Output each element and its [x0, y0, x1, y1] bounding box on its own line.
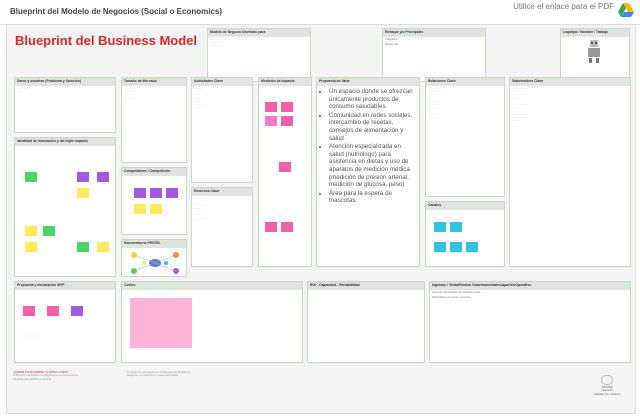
market-text: ··· ··· ··· ··· ··· ··· ··· ··· ··· ··· ···… — [124, 87, 137, 100]
sticky-note[interactable] — [77, 242, 89, 252]
sticky-note[interactable] — [450, 222, 462, 232]
sticky-note[interactable] — [166, 188, 178, 198]
footer-mid: Si usted necesita ayuda con el Blueprint… — [127, 371, 191, 378]
sticky-note[interactable] — [25, 172, 37, 182]
logo-card: Logotipo / Nombre / Trabajo — [560, 28, 630, 78]
identity-section: Identidad de innovación y del triple imp… — [14, 137, 116, 277]
value-item: Atención especializada en salud (nutriól… — [329, 143, 415, 189]
identity-header: Identidad de innovación y del triple imp… — [15, 138, 115, 146]
strategy-card: Enfoque y/o Principales Cumplidos... Ras… — [382, 28, 486, 82]
stakeholders-section: Stakeholders Clave ··· ··· ··· ··· ··· ··… — [509, 77, 631, 267]
mindmap-diagram — [131, 252, 179, 274]
channels-header: Canales — [426, 202, 504, 210]
sticky-note[interactable] — [466, 242, 478, 252]
users-header: Datos y usuarios (Problema y Solución) — [15, 78, 115, 86]
value-header: Propuesta de Valor — [317, 78, 419, 86]
value-proposition-list: Un espacio donde se ofrezcan únicamente … — [317, 86, 419, 205]
model-card: Modelo de Negocio Diseñado para ··· ··· … — [207, 28, 311, 82]
channels-section: Canales — [425, 201, 505, 267]
activities-header: Actividades Clave — [192, 78, 252, 86]
users-section: Datos y usuarios (Problema y Solución) ·… — [14, 77, 116, 133]
strategy-field-2: Rasgos del... — [385, 43, 401, 47]
logo-card-header: Logotipo / Nombre / Trabajo — [561, 29, 629, 37]
sticky-note[interactable] — [265, 102, 277, 112]
sticky-note[interactable] — [43, 226, 55, 236]
sticky-note[interactable] — [265, 116, 277, 126]
sticky-note[interactable] — [23, 306, 35, 316]
revenue-section: ROI - Capacidad - Rentabilidad — [307, 281, 425, 363]
revenue-header: ROI - Capacidad - Rentabilidad — [308, 282, 424, 290]
strategy-card-header: Enfoque y/o Principales — [383, 29, 485, 37]
income-item: Publicidad en la versión premium — [432, 296, 471, 300]
blueprint-board: Blueprint del Business Model Modelo de N… — [6, 24, 636, 414]
footer-adapted: Adaptado por el Equipo — [593, 392, 621, 396]
competition-section: Competidores / Competición — [121, 167, 187, 235]
sticky-note[interactable] — [281, 116, 293, 126]
users-text: ··· ··· ··· ··· ··· ··· ··· — [17, 87, 30, 94]
model-card-text: ··· ··· ··· ··· ··· ··· ··· ··· ··· ··· ·… — [210, 38, 230, 48]
costs-header: Costos — [122, 282, 302, 290]
sticky-note[interactable] — [25, 242, 37, 252]
robot-logo-icon — [588, 40, 600, 63]
sticky-note[interactable] — [450, 242, 462, 252]
sticky-note[interactable] — [434, 242, 446, 252]
model-card-header: Modelo de Negocio Diseñado para — [208, 29, 310, 37]
resources-header: Recursos Clave — [192, 188, 252, 196]
resources-section: Recursos Clave ··· ··· ··· ··· ··· ··· ··… — [191, 187, 253, 267]
value-proposition-section: Propuesta de Valor Un espacio donde se o… — [316, 77, 420, 267]
resources-text: ··· ··· ··· ··· ··· ··· ··· ··· ··· ··· ··… — [194, 197, 207, 223]
main-title: Blueprint del Business Model — [15, 33, 198, 48]
pdf-link[interactable]: Utilice el enlace para el PDF — [513, 2, 614, 11]
mvp-text: ··· ··· ··· ··· ··· ··· ··· ··· ··· ··· ·… — [17, 333, 43, 340]
macro-section: Macroentorno PESTEL — [121, 239, 187, 277]
costs-note[interactable] — [130, 298, 192, 348]
sticky-note[interactable] — [134, 204, 146, 214]
brand-logo-icon — [601, 375, 613, 385]
income-header: Ingresos / Venta/Fondos Gubernamentales/… — [430, 282, 630, 290]
sticky-note[interactable] — [281, 222, 293, 232]
sticky-note[interactable] — [279, 162, 291, 172]
impact-header: Medición de Impacto — [259, 78, 311, 86]
relations-section: Relaciones Clave ··· ··· ··· ··· ··· ··· … — [425, 77, 505, 197]
footer-left: ¿QUIERE UN BLUEPRINT PLANTILLA AQUÍ? El … — [13, 371, 85, 381]
sticky-note[interactable] — [71, 306, 83, 316]
value-item: Área para la espera de mascotas. — [329, 190, 415, 205]
sticky-note[interactable] — [77, 188, 89, 198]
sticky-note[interactable] — [150, 188, 162, 198]
activities-section: Actividades Clave ··· ··· ··· ··· ··· ···… — [191, 77, 253, 183]
market-section: Tamaño de Mercado ··· ··· ··· ··· ··· ···… — [121, 77, 187, 163]
stakeholders-text: ··· ··· ··· ··· ··· ··· ··· ··· ··· ··· ··… — [512, 87, 528, 123]
sticky-note[interactable] — [97, 172, 109, 182]
competition-header: Competidores / Competición — [122, 168, 186, 176]
sticky-note[interactable] — [77, 172, 89, 182]
mvp-header: Propuesta y declaración MVP — [15, 282, 115, 290]
impact-section: Medición de Impacto — [258, 77, 312, 267]
footer-left-text: El Blueprint del Modelo de Negocios es u… — [13, 374, 78, 381]
macro-header: Macroentorno PESTEL — [122, 240, 186, 248]
sticky-note[interactable] — [434, 222, 446, 232]
sticky-note[interactable] — [47, 306, 59, 316]
value-item: Comunidad en redes sociales, intercambio… — [329, 112, 415, 142]
value-item: Un espacio donde se ofrezcan únicamente … — [329, 88, 415, 111]
sticky-note[interactable] — [25, 226, 37, 236]
sticky-note[interactable] — [150, 204, 162, 214]
footer-right: GRANDE página 41 Adaptado por el Equipo — [587, 375, 627, 396]
sticky-note[interactable] — [281, 102, 293, 112]
market-header: Tamaño de Mercado — [122, 78, 186, 86]
relations-text: ··· ··· ··· ··· ··· ··· ··· ··· ··· ··· ··… — [428, 87, 444, 119]
stakeholders-header: Stakeholders Clave — [510, 78, 630, 86]
relations-header: Relaciones Clave — [426, 78, 504, 86]
sticky-note[interactable] — [265, 222, 277, 232]
top-bar: Blueprint del Modelo de Negocios (Social… — [0, 0, 640, 25]
mvp-section: Propuesta y declaración MVP ··· ··· ··· … — [14, 281, 116, 363]
document-title: Blueprint del Modelo de Negocios (Social… — [10, 7, 223, 16]
sticky-note[interactable] — [134, 188, 146, 198]
sticky-note[interactable] — [97, 242, 109, 252]
costs-section: Costos — [121, 281, 303, 363]
activities-text: ··· ··· ··· ··· ··· ··· ··· ··· ··· ··· ···… — [194, 87, 207, 110]
income-section: Ingresos / Venta/Fondos Gubernamentales/… — [429, 281, 631, 363]
google-drive-icon[interactable] — [618, 3, 634, 17]
